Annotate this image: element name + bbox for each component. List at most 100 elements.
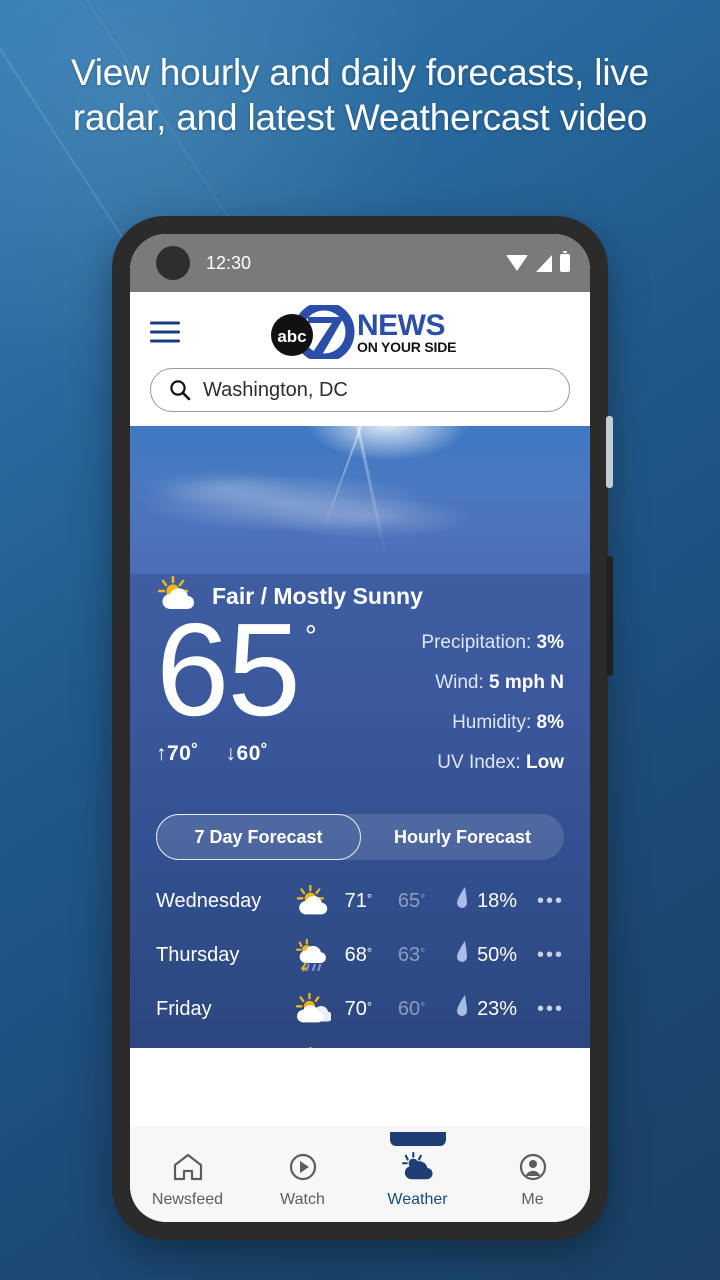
detail-label: Humidity: bbox=[452, 712, 532, 733]
row-more-button[interactable]: ••• bbox=[537, 944, 564, 967]
table-row[interactable]: Thursday 68° 63° 50% ••• bbox=[156, 928, 564, 982]
forecast-pop-value: 23% bbox=[477, 997, 518, 1020]
camera-cutout-icon bbox=[156, 246, 190, 280]
high-low-temps: ↑70˚ ↓60˚ bbox=[156, 742, 317, 766]
raindrop-icon bbox=[455, 886, 469, 916]
nav-item-newsfeed[interactable]: Newsfeed bbox=[130, 1140, 245, 1209]
detail-humidity: Humidity: 8% bbox=[421, 712, 564, 734]
hamburger-menu-icon[interactable] bbox=[150, 316, 180, 349]
nav-item-weather[interactable]: Weather bbox=[360, 1131, 475, 1209]
active-tab-indicator bbox=[389, 1131, 446, 1146]
detail-precipitation: Precipitation: 3% bbox=[421, 632, 564, 654]
forecast-low-value: 60 bbox=[397, 997, 421, 1020]
nav-item-watch[interactable]: Watch bbox=[245, 1140, 360, 1209]
play-circle-icon bbox=[287, 1152, 319, 1187]
status-bar: 12:30 bbox=[130, 234, 590, 292]
sun-ray bbox=[354, 426, 387, 555]
svg-text:NEWS: NEWS bbox=[357, 309, 445, 342]
detail-value: 8% bbox=[536, 712, 564, 733]
table-row[interactable]: Saturday bbox=[156, 1036, 564, 1048]
forecast-low: 63° bbox=[397, 943, 426, 966]
phone-volume-button bbox=[606, 416, 613, 488]
degree-symbol: ° bbox=[304, 620, 317, 653]
forecast-tabs: 7 Day Forecast Hourly Forecast bbox=[156, 814, 564, 860]
current-details: Precipitation: 3% Wind: 5 mph N Humidity… bbox=[421, 632, 564, 792]
forecast-precipitation: 50% bbox=[455, 940, 537, 970]
row-more-button[interactable]: ••• bbox=[537, 998, 564, 1021]
sun-ray bbox=[321, 426, 365, 533]
detail-label: Precipitation: bbox=[421, 632, 532, 653]
sun-behind-clouds-icon bbox=[282, 993, 345, 1025]
svg-text:abc: abc bbox=[277, 327, 306, 346]
forecast-low-value: 65 bbox=[397, 889, 421, 912]
bottom-navigation: Newsfeed Watch Weather Me bbox=[130, 1126, 590, 1222]
low-temp: ↓60˚ bbox=[225, 742, 269, 765]
header-top-row: abc NEWS ON YOUR SIDE bbox=[130, 302, 590, 362]
forecast-pop-value: 18% bbox=[477, 889, 518, 912]
forecast-high-value: 68 bbox=[344, 943, 367, 966]
nav-item-me[interactable]: Me bbox=[475, 1140, 590, 1209]
detail-label: Wind: bbox=[435, 672, 484, 693]
tab-7-day-forecast[interactable]: 7 Day Forecast bbox=[156, 814, 361, 860]
cellular-signal-icon bbox=[536, 254, 552, 272]
sun-cloud-icon bbox=[401, 1151, 435, 1187]
status-icons bbox=[506, 251, 570, 272]
forecast-day: Thursday bbox=[156, 943, 240, 966]
promo-headline: View hourly and daily forecasts, live ra… bbox=[70, 52, 650, 138]
nav-label-newsfeed: Newsfeed bbox=[151, 1190, 224, 1208]
svg-text:ON YOUR SIDE: ON YOUR SIDE bbox=[357, 339, 456, 355]
forecast-high: 71° bbox=[344, 889, 373, 912]
forecast-precipitation: 23% bbox=[455, 994, 537, 1024]
forecast-high-value: 70 bbox=[344, 997, 367, 1020]
forecast-high: 68° bbox=[344, 943, 373, 966]
raindrop-icon bbox=[455, 940, 469, 970]
abc7-news-logo[interactable]: abc NEWS ON YOUR SIDE bbox=[264, 304, 456, 360]
sun-behind-cloud-icon bbox=[282, 1047, 345, 1048]
promo-screenshot: View hourly and daily forecasts, live ra… bbox=[0, 0, 720, 1280]
forecast-day: Wednesday bbox=[156, 889, 262, 912]
sky-photo bbox=[130, 426, 590, 574]
forecast-precipitation: 18% bbox=[455, 886, 537, 916]
current-temperature-block: 65 ° ↑70˚ ↓60˚ bbox=[156, 596, 317, 766]
search-input[interactable]: Washington, DC bbox=[203, 379, 348, 402]
forecast-high-value: 71 bbox=[344, 889, 367, 912]
battery-icon bbox=[560, 251, 570, 272]
search-icon bbox=[169, 379, 191, 401]
wifi-icon bbox=[506, 255, 528, 271]
row-more-button[interactable]: ••• bbox=[537, 890, 564, 913]
tab-hourly-forecast[interactable]: Hourly Forecast bbox=[361, 814, 564, 860]
detail-uv-index: UV Index: Low bbox=[421, 752, 564, 774]
forecast-day: Friday bbox=[156, 997, 212, 1020]
detail-value: Low bbox=[526, 752, 564, 773]
forecast-low-value: 63 bbox=[397, 943, 421, 966]
detail-value: 5 mph N bbox=[489, 672, 564, 693]
phone-frame: 12:30 abc NEWS ON YOUR SIDE Washington, … bbox=[112, 216, 613, 1240]
home-icon bbox=[172, 1152, 204, 1187]
forecast-high: 70° bbox=[344, 997, 373, 1020]
forecast-low: 65° bbox=[397, 889, 426, 912]
weather-panel: Fair / Mostly Sunny 65 ° ↑70˚ ↓60˚ Preci… bbox=[130, 426, 590, 1048]
forecast-low: 60° bbox=[397, 997, 426, 1020]
forecast-list: Wednesday 71° 65° 18% ••• Thursday 68° 6… bbox=[156, 874, 564, 1048]
app-header: abc NEWS ON YOUR SIDE Washington, DC bbox=[130, 292, 590, 426]
detail-wind: Wind: 5 mph N bbox=[421, 672, 564, 694]
table-row[interactable]: Wednesday 71° 65° 18% ••• bbox=[156, 874, 564, 928]
nav-label-me: Me bbox=[521, 1190, 544, 1208]
forecast-pop-value: 50% bbox=[477, 943, 518, 966]
phone-screen: 12:30 abc NEWS ON YOUR SIDE Washington, … bbox=[130, 234, 590, 1222]
sun-behind-rain-cloud-icon bbox=[282, 939, 345, 971]
high-temp: ↑70˚ bbox=[156, 742, 199, 765]
detail-value: 3% bbox=[536, 632, 564, 653]
phone-power-button bbox=[606, 556, 613, 676]
account-circle-icon bbox=[517, 1152, 549, 1187]
raindrop-icon bbox=[455, 994, 469, 1024]
current-temperature: 65 ° bbox=[156, 596, 317, 743]
table-row[interactable]: Friday 70° 60° 23% ••• bbox=[156, 982, 564, 1036]
sun-behind-cloud-icon bbox=[282, 885, 345, 917]
nav-label-weather: Weather bbox=[387, 1190, 448, 1208]
current-temperature-value: 65 bbox=[156, 596, 301, 743]
detail-label: UV Index: bbox=[437, 752, 521, 773]
status-time: 12:30 bbox=[206, 252, 252, 273]
nav-label-watch: Watch bbox=[280, 1190, 325, 1208]
search-bar[interactable]: Washington, DC bbox=[150, 368, 570, 412]
